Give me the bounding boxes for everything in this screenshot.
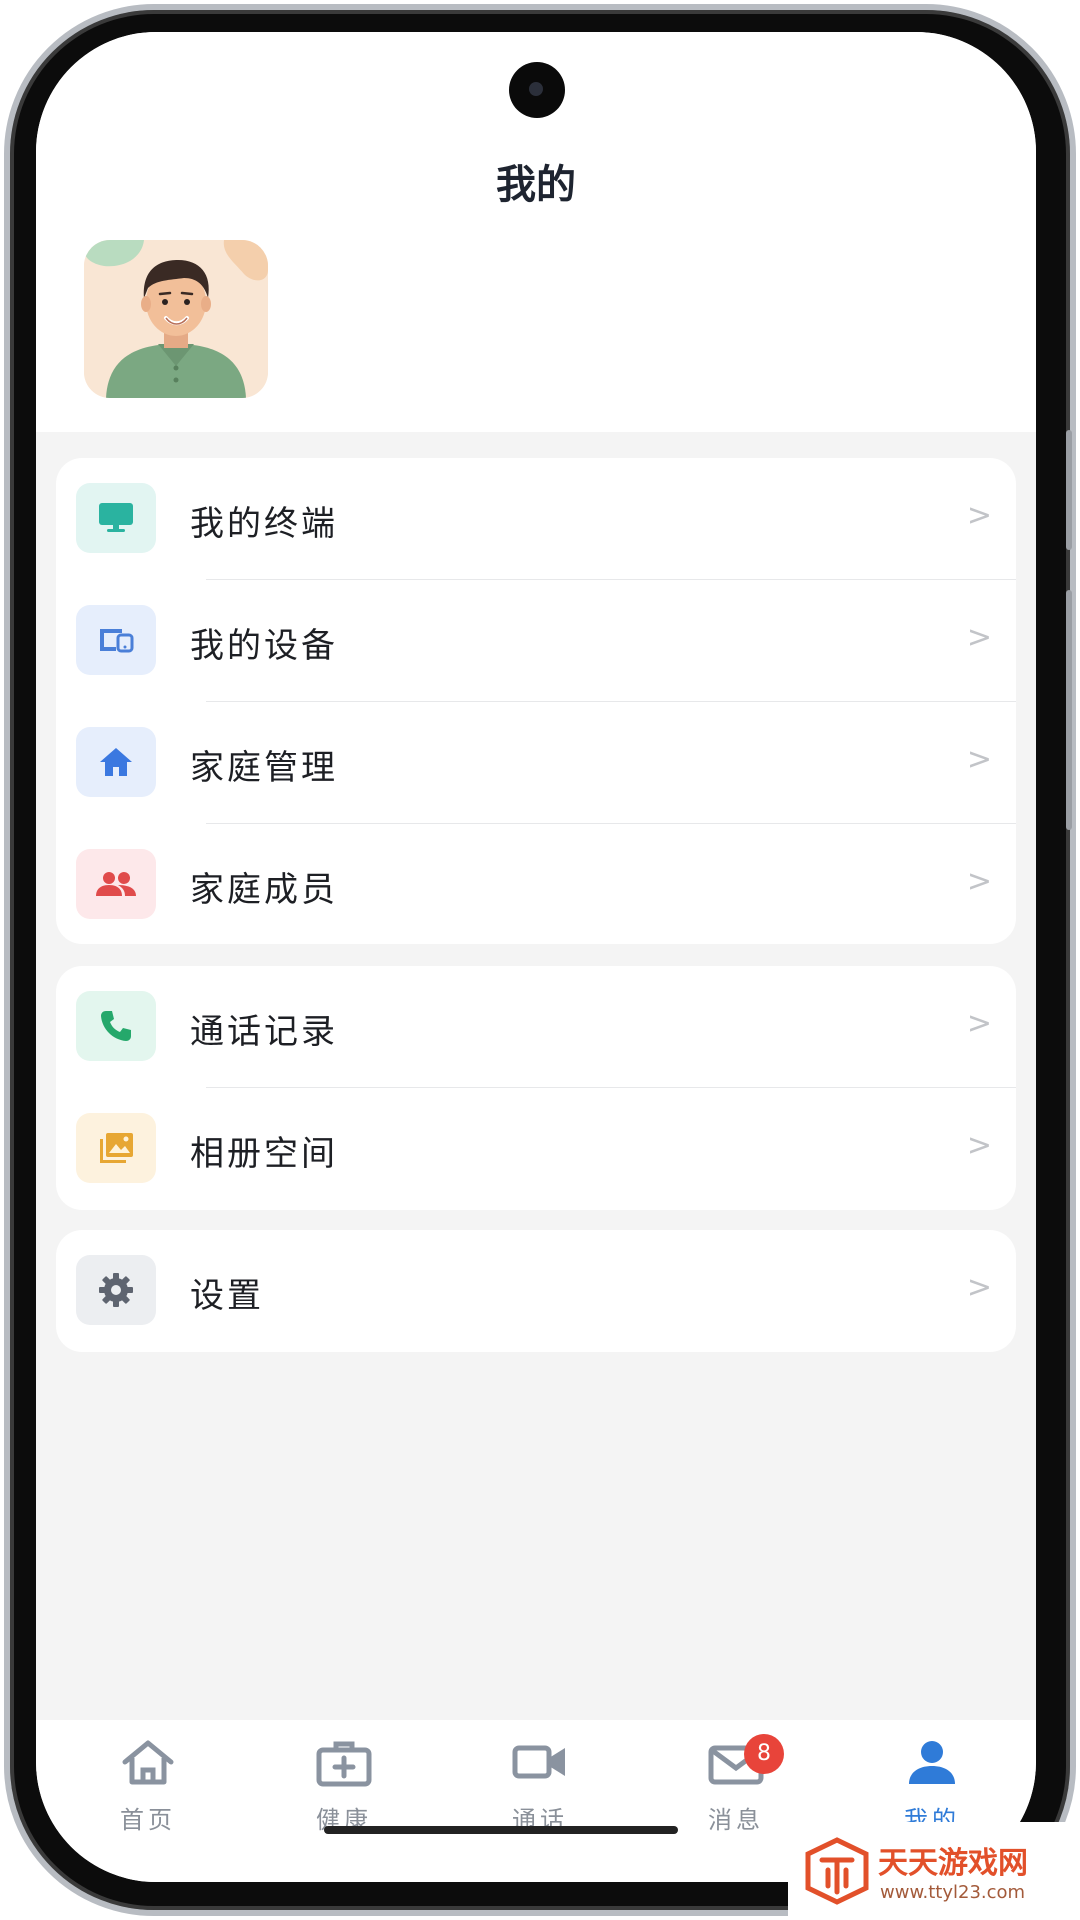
menu-item-family-management[interactable]: 家庭管理 > [56, 702, 1016, 824]
person-icon [909, 1741, 955, 1784]
monitor-icon [76, 483, 156, 553]
unread-badge: 8 [744, 1734, 784, 1774]
chevron-right-icon: > [966, 498, 992, 533]
nav-item-messages[interactable]: 8 消息 [666, 1734, 806, 1848]
video-icon [512, 1745, 565, 1779]
menu-card-account: 我的终端 > 我的设备 > 家庭管理 > 家庭成员 > [56, 458, 1016, 944]
chevron-right-icon: > [966, 1270, 992, 1305]
menu-item-label: 我的设备 [190, 626, 338, 666]
menu-item-my-devices[interactable]: 我的设备 > [56, 580, 1016, 702]
watermark-logo [805, 1837, 869, 1905]
chevron-right-icon: > [966, 1128, 992, 1163]
people-icon [76, 849, 156, 919]
chevron-right-icon: > [966, 742, 992, 777]
medkit-icon [316, 1741, 372, 1787]
watermark-url: www.ttyl23.com [880, 1882, 1026, 1903]
menu-item-settings[interactable]: 设置 > [56, 1230, 1016, 1352]
menu-item-call-log[interactable]: 通话记录 > [56, 966, 1016, 1088]
menu-item-label: 家庭成员 [190, 870, 338, 910]
gear-icon [76, 1255, 156, 1325]
avatar[interactable] [84, 240, 268, 398]
menu-item-photo-space[interactable]: 相册空间 > [56, 1088, 1016, 1210]
volume-button [1066, 430, 1072, 550]
home-indicator[interactable] [324, 1826, 678, 1834]
profile-header: 我的 [36, 32, 1036, 432]
phone-icon [76, 991, 156, 1061]
photos-icon [76, 1113, 156, 1183]
avatar-illustration [84, 240, 268, 398]
front-camera [509, 62, 565, 118]
menu-item-label: 我的终端 [190, 504, 338, 544]
watermark-title: 天天游戏网 [878, 1846, 1028, 1881]
chevron-right-icon: > [966, 620, 992, 655]
phone-screen: 我的 我的终端 > 我的设备 > 家庭管理 > 家庭成员 > 通话记录 > 相册… [36, 32, 1036, 1882]
menu-item-label: 家庭管理 [190, 748, 338, 788]
menu-card-settings: 设置 > [56, 1230, 1016, 1352]
menu-item-my-terminal[interactable]: 我的终端 > [56, 458, 1016, 580]
menu-item-label: 通话记录 [190, 1012, 338, 1052]
menu-card-media: 通话记录 > 相册空间 > [56, 966, 1016, 1210]
page-title: 我的 [496, 162, 576, 208]
menu-item-label: 设置 [190, 1276, 264, 1316]
nav-label: 首页 [120, 1806, 176, 1834]
power-button [1066, 590, 1072, 830]
stage: 我的 我的终端 > 我的设备 > 家庭管理 > 家庭成员 > 通话记录 > 相册… [0, 0, 1080, 1920]
home-outline-icon [122, 1740, 174, 1785]
chevron-right-icon: > [966, 864, 992, 899]
nav-label: 消息 [708, 1806, 764, 1834]
menu-item-family-members[interactable]: 家庭成员 > [56, 824, 1016, 946]
devices-icon [76, 605, 156, 675]
chevron-right-icon: > [966, 1006, 992, 1041]
nav-item-home[interactable]: 首页 [78, 1738, 218, 1848]
home-icon [76, 727, 156, 797]
watermark: 天天游戏网 www.ttyl23.com [788, 1822, 1080, 1920]
menu-item-label: 相册空间 [190, 1134, 338, 1174]
